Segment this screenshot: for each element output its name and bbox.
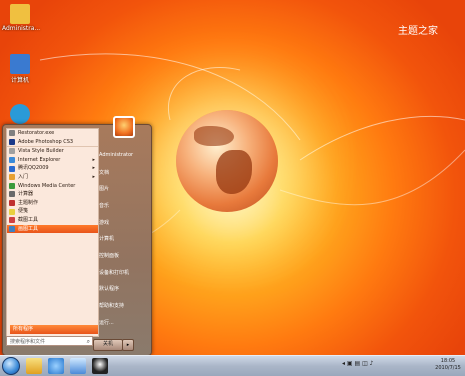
- explorer-icon[interactable]: [26, 358, 42, 374]
- ie-icon: [9, 157, 15, 164]
- start-item-run[interactable]: 运行...: [99, 319, 114, 326]
- getting-started-icon: [9, 174, 15, 181]
- app-icon: [9, 130, 15, 137]
- snipping-tool-icon: [9, 217, 15, 224]
- program-item[interactable]: Internet Explorer ▸: [7, 156, 98, 165]
- shutdown-options-button[interactable]: ▸: [122, 339, 134, 351]
- desktop-icon-admin[interactable]: Administra...: [2, 4, 40, 32]
- calculator-icon: [9, 191, 15, 198]
- program-item[interactable]: Windows Media Center: [7, 182, 98, 191]
- desktop-icon-computer[interactable]: 计算机: [2, 54, 38, 84]
- search-input[interactable]: 搜索程序和文件 ⌕: [6, 336, 93, 346]
- chevron-right-icon: ▸: [92, 156, 95, 163]
- program-item[interactable]: Adobe Photoshop CS3: [7, 138, 98, 148]
- start-item-documents[interactable]: 文档: [99, 169, 109, 176]
- start-right-pane: Administrator 文档 图片 音乐 游戏 计算机 控制面板 设备和打印…: [98, 116, 150, 348]
- shutdown-button[interactable]: 关机: [93, 339, 123, 351]
- user-avatar[interactable]: [113, 116, 135, 138]
- start-item-games[interactable]: 游戏: [99, 219, 109, 226]
- all-programs-button[interactable]: 所有程序: [10, 325, 98, 334]
- program-item[interactable]: 计算器: [7, 190, 98, 199]
- clock[interactable]: 18:05 2010/7/15: [434, 358, 462, 372]
- program-item[interactable]: 入门 ▸: [7, 173, 98, 182]
- search-icon: ⌕: [86, 338, 90, 345]
- photoshop-icon: [9, 138, 15, 145]
- start-item-devices-printers[interactable]: 设备和打印机: [99, 269, 129, 276]
- start-item-pictures[interactable]: 图片: [99, 185, 109, 192]
- wallpaper-brand: 主题之家: [398, 26, 438, 37]
- chevron-right-icon: ▸: [92, 173, 95, 180]
- program-item[interactable]: 截图工具: [7, 216, 98, 225]
- start-item-help-support[interactable]: 帮助和支持: [99, 302, 124, 309]
- media-player-icon[interactable]: [70, 358, 86, 374]
- start-item-music[interactable]: 音乐: [99, 202, 109, 209]
- network-icon: [10, 104, 30, 124]
- start-item-computer[interactable]: 计算机: [99, 235, 114, 242]
- ie-icon[interactable]: [48, 358, 64, 374]
- desktop-icon-network[interactable]: [2, 104, 38, 124]
- program-item[interactable]: Restorator.exe: [7, 129, 98, 138]
- start-item-control-panel[interactable]: 控制面板: [99, 252, 119, 259]
- paint-icon: [9, 225, 15, 232]
- media-center-icon: [9, 182, 15, 189]
- program-item[interactable]: 腾讯QQ2009 ▸: [7, 164, 98, 173]
- notes-icon: [9, 208, 15, 215]
- program-item[interactable]: Vista Style Builder: [7, 147, 98, 156]
- program-item[interactable]: 主题制作: [7, 199, 98, 208]
- app-icon: [9, 148, 15, 155]
- theme-icon: [9, 200, 15, 207]
- taskbar: ◂ ▣ ▤ ◫ ♪ 18:05 2010/7/15: [0, 355, 465, 376]
- chevron-right-icon: ▸: [126, 342, 130, 348]
- start-button[interactable]: [2, 357, 20, 375]
- program-item[interactable]: 画图工具: [7, 224, 98, 234]
- folder-icon: [10, 4, 30, 24]
- qq-icon[interactable]: [92, 358, 108, 374]
- start-programs-pane: Restorator.exe Adobe Photoshop CS3 Vista…: [6, 128, 99, 337]
- qq-icon: [9, 165, 15, 172]
- start-menu: Restorator.exe Adobe Photoshop CS3 Vista…: [2, 116, 152, 356]
- computer-icon: [10, 54, 30, 74]
- chevron-right-icon: ▸: [92, 165, 95, 172]
- program-item[interactable]: 便笺: [7, 207, 98, 216]
- system-tray[interactable]: ◂ ▣ ▤ ◫ ♪: [342, 360, 373, 367]
- start-item-default-programs[interactable]: 默认程序: [99, 285, 119, 292]
- start-item-user[interactable]: Administrator: [99, 152, 133, 158]
- wallpaper-globe: [176, 110, 278, 212]
